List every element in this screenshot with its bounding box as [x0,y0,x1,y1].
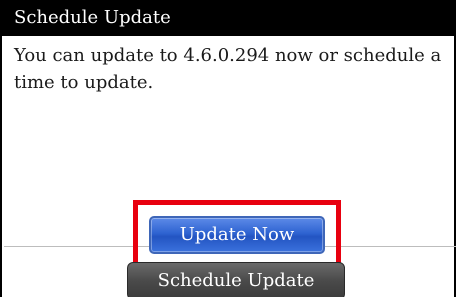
schedule-update-button[interactable]: Schedule Update [127,262,345,297]
screen: Schedule Update You can update to 4.6.0.… [0,0,456,297]
update-now-button[interactable]: Update Now [149,216,325,254]
dialog-message: You can update to 4.6.0.294 now or sched… [14,45,442,93]
dialog-title-bar: Schedule Update [0,0,456,36]
dialog-title: Schedule Update [14,7,171,28]
